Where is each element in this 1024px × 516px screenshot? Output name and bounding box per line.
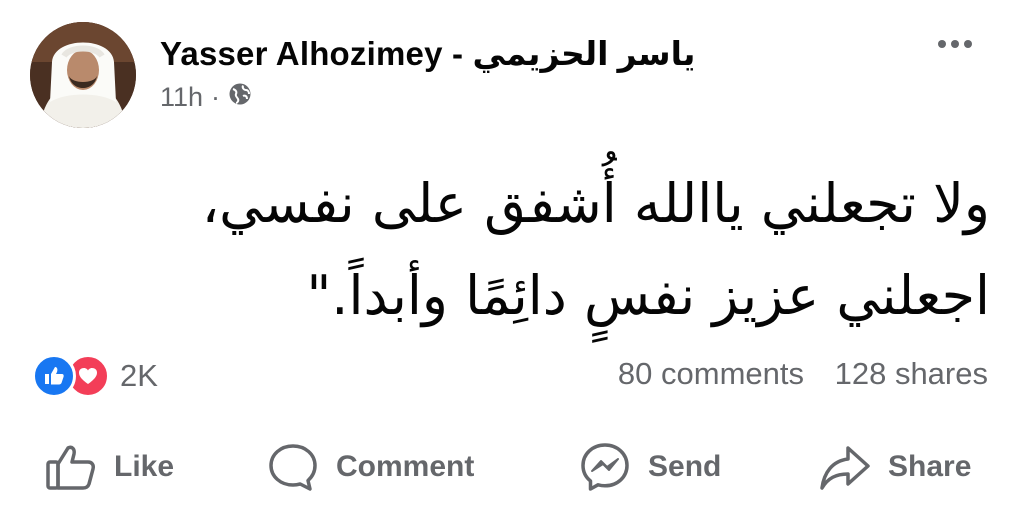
post-text-line: ولا تجعلني ياالله أُشفق على نفسي،: [201, 172, 990, 235]
reaction-count: 2K: [120, 358, 158, 393]
share-button[interactable]: Share: [818, 436, 971, 498]
meta-separator: ·: [211, 82, 221, 112]
more-dot: [951, 40, 959, 48]
comment-bubble-icon: [266, 440, 320, 494]
comment-label: Comment: [336, 450, 475, 483]
thumbs-up-icon: [44, 440, 98, 494]
more-icon[interactable]: [938, 32, 972, 56]
author-avatar[interactable]: [30, 22, 136, 128]
send-label: Send: [648, 450, 722, 483]
post-meta: 11h ·: [160, 82, 252, 113]
more-dot: [938, 40, 946, 48]
like-button[interactable]: Like: [44, 436, 174, 498]
share-label: Share: [888, 450, 972, 483]
more-dot: [964, 40, 972, 48]
reactions-summary[interactable]: 2K: [32, 354, 158, 398]
author-name[interactable]: Yasser Alhozimey - ياسر الحزيمي: [160, 34, 695, 73]
comments-count[interactable]: 80 comments: [618, 356, 804, 391]
share-arrow-icon: [818, 440, 872, 494]
like-label: Like: [114, 450, 175, 483]
post-text: ولا تجعلني ياالله أُشفق على نفسي، اجعلني…: [40, 158, 990, 342]
engagement-stats: 80 comments 128 shares: [618, 356, 988, 392]
like-icon: [32, 354, 76, 398]
messenger-icon: [578, 440, 632, 494]
post-time[interactable]: 11h: [160, 82, 203, 113]
comment-button[interactable]: Comment: [266, 436, 474, 498]
action-bar: Like Comment Send Share: [0, 436, 1024, 498]
post-text-line: اجعلني عزيز نفسٍ دائِمًا وأبداً.": [306, 264, 990, 327]
send-button[interactable]: Send: [578, 436, 721, 498]
shares-count[interactable]: 128 shares: [835, 356, 988, 391]
globe-icon[interactable]: [228, 82, 252, 113]
